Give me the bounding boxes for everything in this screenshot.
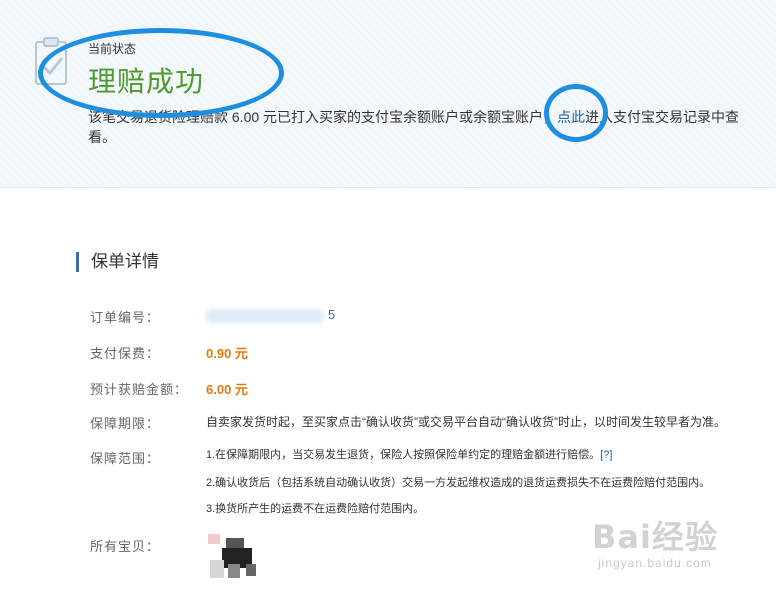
claim-amount-label: 预计获赔金额：	[90, 382, 189, 397]
coverage-scope-item: 1.在保障期限内，当交易发生退货，保险人按照保险单约定的理赔金额进行赔偿。[?]	[206, 446, 612, 462]
all-items-label: 所有宝贝：	[90, 539, 161, 554]
status-panel: 当前状态 理赔成功 该笔交易退货险理赔款 6.00 元已打入买家的支付宝余额账户…	[0, 0, 776, 188]
coverage-period-value: 自卖家发货时起，至买家点击“确认收货”或交易平台自动“确认收货”时止，以时间发生…	[206, 415, 726, 429]
product-thumbnail[interactable]	[208, 534, 256, 582]
coverage-scope-item: 3.换货所产生的运费不在运费险赔付范围内。	[206, 503, 425, 515]
watermark-url: jingyan.baidu.com	[598, 556, 712, 570]
order-number-suffix: 5	[328, 307, 336, 322]
order-number-value: 5	[206, 307, 335, 323]
order-number-label: 订单编号：	[90, 310, 161, 325]
claim-amount-value: 6.00 元	[206, 382, 248, 397]
annotation-circle-title	[38, 28, 284, 118]
baidu-jingyan-watermark: Bai经验 jingyan.baidu.com	[592, 512, 762, 580]
coverage-period-label: 保障期限：	[90, 416, 161, 431]
coverage-scope-label: 保障范围：	[90, 451, 161, 466]
coverage-scope-text: 1.在保障期限内，当交易发生退货，保险人按照保险单约定的理赔金额进行赔偿。	[206, 449, 601, 461]
section-title: 保单详情	[76, 252, 159, 272]
watermark-logo-text: Bai经验	[592, 518, 718, 556]
help-link[interactable]: [?]	[600, 449, 612, 461]
premium-value: 0.90 元	[206, 346, 248, 361]
annotation-circle-link	[544, 84, 608, 142]
coverage-scope-item: 2.确认收货后（包括系统自动确认收货）交易一方发起维权造成的退货运费损失不在运费…	[206, 477, 711, 489]
redacted-order-number	[206, 308, 324, 323]
premium-label: 支付保费：	[90, 346, 161, 361]
